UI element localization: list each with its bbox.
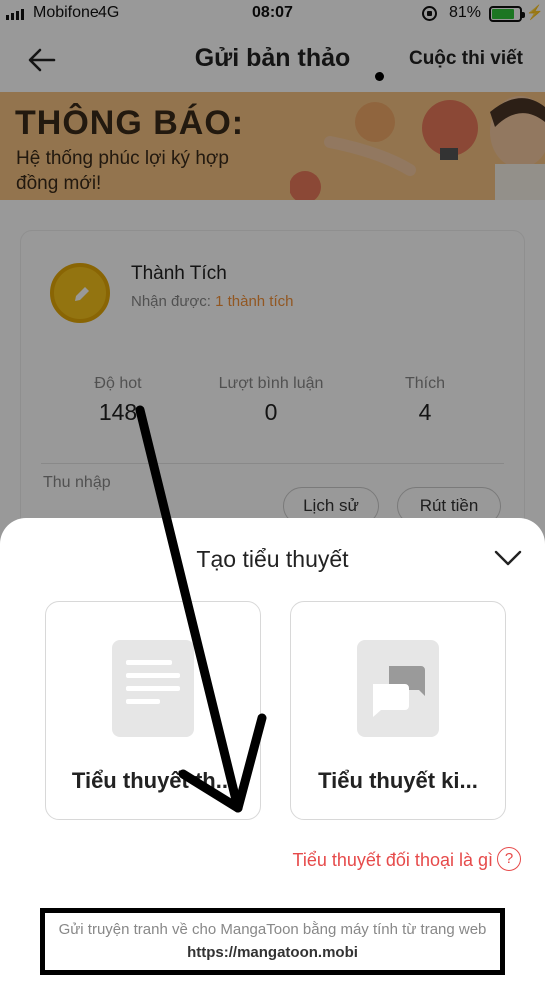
sheet-title: Tạo tiểu thuyết: [196, 546, 349, 572]
chat-novel-option[interactable]: Tiểu thuyết ki...: [290, 601, 506, 820]
option-label: Tiểu thuyết th...: [71, 768, 235, 793]
web-upload-url[interactable]: https://mangatoon.mobi: [187, 944, 358, 961]
option-label: Tiểu thuyết ki...: [318, 768, 478, 793]
text-novel-option[interactable]: Tiểu thuyết th...: [45, 601, 261, 820]
web-upload-note: Gửi truyện tranh về cho MangaToon bằng m…: [40, 908, 505, 975]
chevron-down-icon[interactable]: [493, 548, 523, 568]
document-icon: [112, 640, 194, 737]
question-icon[interactable]: ?: [497, 847, 521, 871]
create-novel-sheet: Tạo tiểu thuyết Tiểu thuyết th... Tiểu t…: [0, 518, 545, 992]
web-upload-text: Gửi truyện tranh về cho MangaToon bằng m…: [58, 921, 487, 938]
chat-bubbles-icon: [357, 640, 439, 737]
chat-novel-help-link[interactable]: Tiểu thuyết đối thoại là gì: [293, 850, 493, 871]
